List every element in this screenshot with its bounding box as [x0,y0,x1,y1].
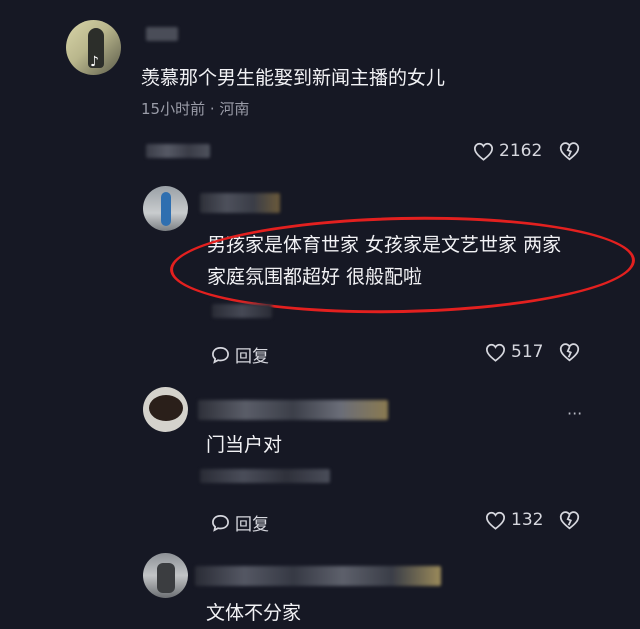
comment-text: 门当户对 [206,434,283,456]
like-button[interactable]: 132 [485,510,543,530]
comment-text-line-2: 家庭氛围都超好 很般配啦 [207,266,423,288]
username-blurred[interactable] [198,400,388,420]
avatar-figure [157,563,175,593]
avatar[interactable]: ♪ [66,20,121,75]
avatar[interactable] [143,553,188,598]
dislike-icon[interactable] [559,510,580,534]
dislike-icon[interactable] [559,141,580,165]
more-options-icon[interactable]: ··· [567,404,582,423]
reply-button[interactable]: 回复 [211,510,269,535]
speech-bubble-icon [211,514,230,532]
username-blurred[interactable] [200,193,280,213]
comment-text: 文体不分家 [206,602,302,624]
comment-text: 羡慕那个男生能娶到新闻主播的女儿 [141,67,446,89]
tiktok-icon: ♪ [90,54,99,70]
reply-button[interactable]: 回复 [211,342,269,367]
like-count: 132 [511,510,544,530]
like-count: 517 [511,342,544,362]
blurred-text [200,469,330,483]
username-blurred[interactable] [195,566,441,586]
heart-icon [485,511,506,530]
like-button[interactable]: 517 [485,342,543,362]
avatar[interactable] [143,387,188,432]
blurred-text [212,304,272,318]
like-count: 2162 [499,141,543,161]
like-button[interactable]: 2162 [473,141,542,161]
reply-label: 回复 [235,515,269,535]
heart-icon [485,343,506,362]
username-blurred[interactable] [146,27,178,41]
avatar-figure [149,395,183,421]
avatar[interactable] [143,186,188,231]
reply-label: 回复 [235,347,269,367]
dislike-icon[interactable] [559,342,580,366]
comment-meta: 15小时前 · 河南 [141,100,250,118]
blurred-text [146,144,210,158]
avatar-figure [161,192,171,226]
speech-bubble-icon [211,346,230,364]
comment-text-line-1: 男孩家是体育世家 女孩家是文艺世家 两家 [207,234,562,256]
heart-icon [473,142,494,161]
